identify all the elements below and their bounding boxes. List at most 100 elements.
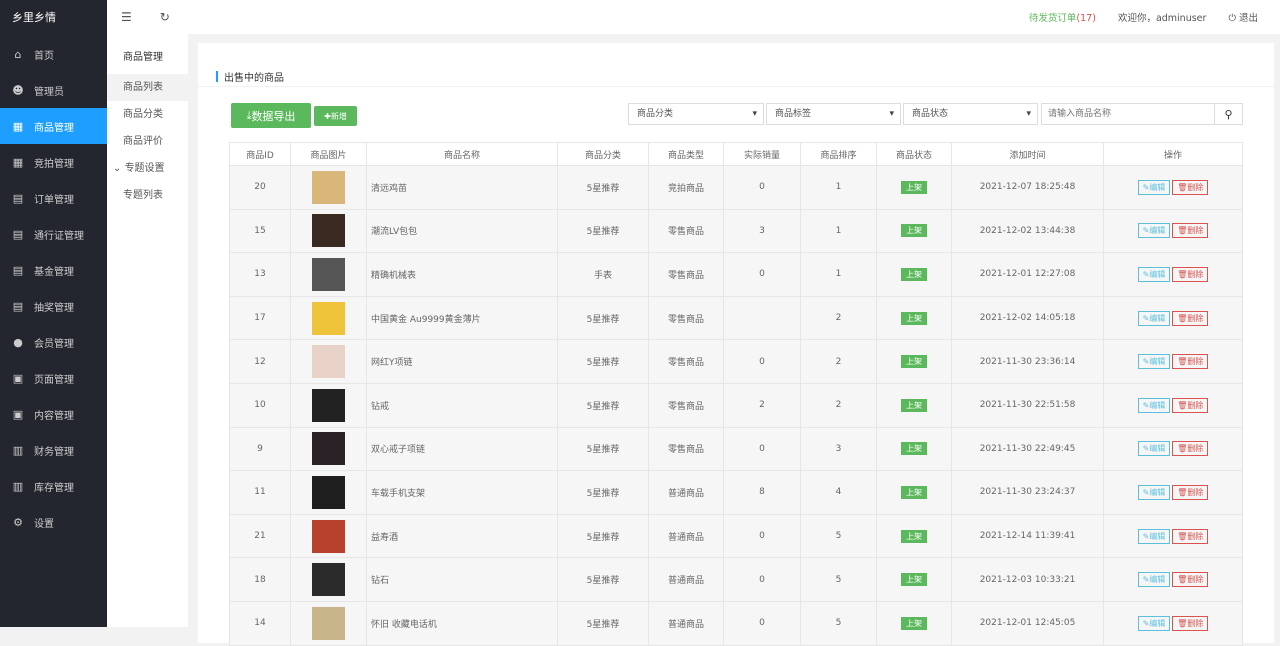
edit-button[interactable]: ✎编辑 (1137, 179, 1171, 195)
delete-button[interactable]: 🗑删除 (1172, 615, 1209, 631)
sub-nav-group-topic[interactable]: ⌄ 专题设置 (107, 155, 188, 182)
sub-nav-item-product-list[interactable]: 商品列表 (107, 74, 188, 101)
delete-button[interactable]: 🗑删除 (1172, 397, 1209, 413)
status-badge[interactable]: 上架 (901, 573, 927, 587)
sidebar-item-3[interactable]: ▦ 竞拍管理 (0, 144, 107, 180)
product-category: 5星推荐 (557, 165, 649, 210)
status-badge[interactable]: 上架 (901, 529, 927, 543)
status-badge[interactable]: 上架 (901, 442, 927, 456)
sidebar-item-0[interactable]: ⌂ 首页 (0, 36, 107, 72)
table-row: 10 钻戒 5星推荐 零售商品 2 2 上架 2021-11-30 22:51:… (229, 382, 1243, 428)
product-category: 5星推荐 (557, 470, 649, 515)
status-badge[interactable]: 上架 (901, 267, 927, 281)
sub-nav-item-product-category[interactable]: 商品分类 (107, 101, 188, 128)
search-input[interactable] (1042, 104, 1214, 124)
status-badge[interactable]: 上架 (901, 616, 927, 630)
search-box: ⚲ (1041, 103, 1243, 125)
column-header: 商品类型 (648, 142, 724, 166)
delete-button[interactable]: 🗑删除 (1172, 179, 1209, 195)
edit-button[interactable]: ✎编辑 (1137, 397, 1171, 413)
sidebar-item-6[interactable]: ▤ 基金管理 (0, 252, 107, 288)
edit-button[interactable]: ✎编辑 (1137, 528, 1171, 544)
trash-icon: 🗑 (1177, 400, 1188, 410)
status-badge[interactable]: 上架 (901, 398, 927, 412)
product-sort: 2 (800, 339, 877, 384)
product-id: 14 (229, 600, 291, 646)
refresh-icon[interactable]: ↻ (160, 10, 170, 24)
export-button[interactable]: ⤓ 数据导出 (231, 103, 311, 128)
sidebar-item-5[interactable]: ▤ 通行证管理 (0, 216, 107, 252)
delete-button[interactable]: 🗑删除 (1172, 441, 1209, 457)
product-id: 11 (229, 470, 291, 515)
gift-icon: ▦ (12, 119, 24, 133)
status-select[interactable]: 商品状态 (903, 103, 1038, 125)
delete-button[interactable]: 🗑删除 (1172, 223, 1209, 239)
sidebar-item-12[interactable]: ▥ 库存管理 (0, 468, 107, 504)
search-button[interactable]: ⚲ (1214, 104, 1242, 124)
status-badge[interactable]: 上架 (901, 224, 927, 238)
product-sort: 3 (800, 426, 877, 472)
welcome-text: 欢迎你，adminuser (1117, 13, 1207, 24)
product-name: 清远鸡苗 (366, 165, 558, 210)
product-image (312, 257, 345, 291)
sub-nav-item-product-review[interactable]: 商品评价 (107, 128, 188, 155)
trash-icon: 🗑 (1177, 575, 1188, 585)
sidebar-item-11[interactable]: ▥ 财务管理 (0, 432, 107, 468)
product-panel: 出售中的商品 ⤓数据导出 ✚新增 商品分类 商品标签 商品状态 ⚲ 商品ID商品… (198, 43, 1274, 646)
product-name: 益寿酒 (366, 513, 558, 559)
product-id: 13 (229, 252, 291, 297)
table-row: 11 车载手机支架 5星推荐 普通商品 8 4 上架 2021-11-30 23… (229, 470, 1243, 515)
sidebar-item-8[interactable]: ● 会员管理 (0, 324, 107, 360)
trash-icon: 🗑 (1177, 531, 1188, 541)
delete-button[interactable]: 🗑删除 (1172, 528, 1209, 544)
page-title: 出售中的商品 (198, 43, 1274, 87)
product-category: 5星推荐 (557, 426, 649, 472)
app-logo: 乡里乡情 (12, 11, 56, 24)
product-category: 5星推荐 (557, 600, 649, 646)
edit-button[interactable]: ✎编辑 (1137, 441, 1171, 457)
status-badge[interactable]: 上架 (901, 180, 927, 194)
added-time: 2021-11-30 23:36:14 (951, 339, 1104, 384)
sub-nav-item-topic-list[interactable]: 专题列表 (107, 182, 188, 209)
delete-button[interactable]: 🗑删除 (1172, 310, 1209, 326)
status-badge[interactable]: 上架 (901, 355, 927, 369)
tag-select[interactable]: 商品标签 (766, 103, 901, 125)
sidebar-item-1[interactable]: ☻ 管理员 (0, 72, 107, 108)
category-select[interactable]: 商品分类 (628, 103, 764, 125)
add-button[interactable]: ✚ 新增 (314, 106, 357, 126)
sub-nav: 商品管理 商品列表 商品分类 商品评价 ⌄ 专题设置 专题列表 (107, 34, 188, 627)
pending-orders-link[interactable]: 待发货订单(17) (1029, 10, 1096, 24)
table-row: 21 益寿酒 5星推荐 普通商品 0 5 上架 2021-12-14 11:39… (229, 513, 1243, 559)
edit-button[interactable]: ✎编辑 (1137, 223, 1171, 239)
sidebar-item-10[interactable]: ▣ 内容管理 (0, 396, 107, 432)
edit-button[interactable]: ✎编辑 (1137, 266, 1171, 282)
edit-button[interactable]: ✎编辑 (1137, 484, 1171, 500)
product-name: 精确机械表 (366, 252, 558, 297)
sidebar-item-13[interactable]: ⚙ 设置 (0, 504, 107, 540)
sub-nav-title: 商品管理 (123, 52, 163, 63)
power-icon: ⏻ (1228, 13, 1239, 24)
status-badge[interactable]: 上架 (901, 311, 927, 325)
table-row: 17 中国黄金 Au9999黄金薄片 5星推荐 零售商品 2 上架 2021-1… (229, 295, 1243, 341)
delete-button[interactable]: 🗑删除 (1172, 484, 1209, 500)
edit-button[interactable]: ✎编辑 (1137, 354, 1171, 370)
sidebar-item-2[interactable]: ▦ 商品管理 (0, 108, 107, 144)
added-time: 2021-11-30 23:24:37 (951, 470, 1104, 515)
edit-button[interactable]: ✎编辑 (1137, 572, 1171, 588)
gift-icon: ▦ (12, 155, 24, 169)
edit-button[interactable]: ✎编辑 (1137, 310, 1171, 326)
status-badge[interactable]: 上架 (901, 485, 927, 499)
product-sales: 0 (723, 339, 801, 384)
product-sales: 0 (723, 600, 801, 646)
delete-button[interactable]: 🗑删除 (1172, 572, 1209, 588)
sidebar-item-9[interactable]: ▣ 页面管理 (0, 360, 107, 396)
delete-button[interactable]: 🗑删除 (1172, 266, 1209, 282)
edit-button[interactable]: ✎编辑 (1137, 615, 1171, 631)
logout-button[interactable]: ⏻ 退出 (1228, 10, 1258, 24)
product-category: 手表 (557, 252, 649, 297)
delete-button[interactable]: 🗑删除 (1172, 354, 1209, 370)
menu-toggle-icon[interactable]: ☰ (121, 10, 132, 24)
clipboard-icon: ▤ (12, 299, 24, 313)
sidebar-item-4[interactable]: ▤ 订单管理 (0, 180, 107, 216)
sidebar-item-7[interactable]: ▤ 抽奖管理 (0, 288, 107, 324)
